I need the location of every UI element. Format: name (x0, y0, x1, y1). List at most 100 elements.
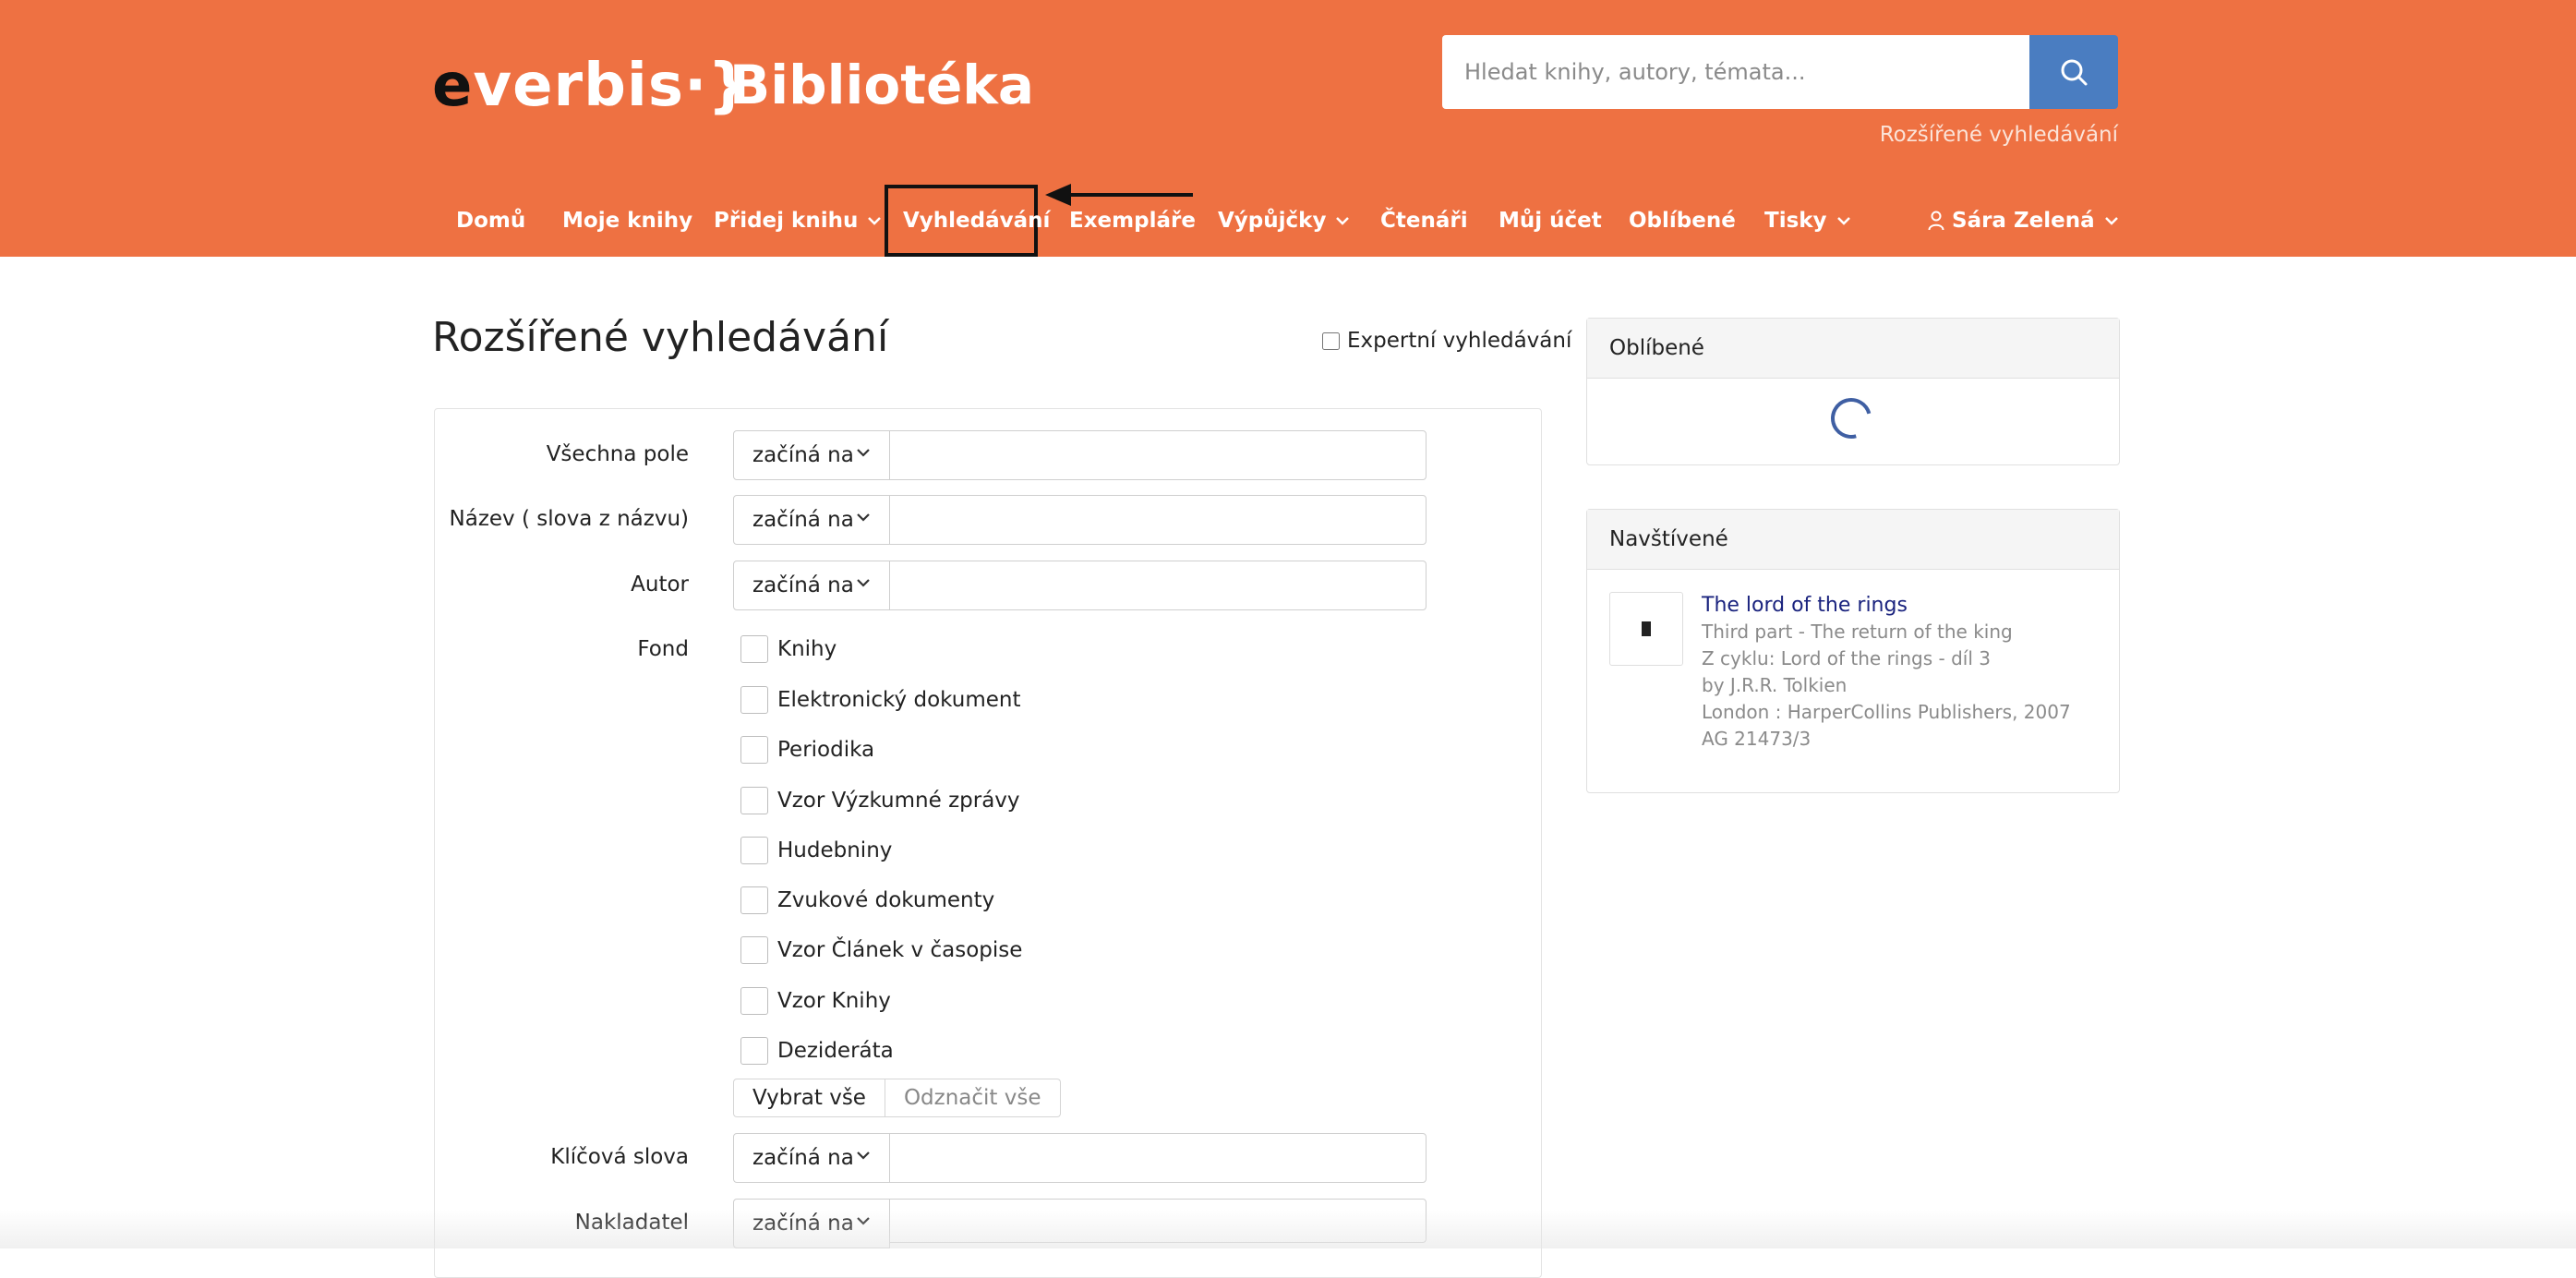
advanced-search-link[interactable]: Rozšířené vyhledávání (1880, 123, 2118, 147)
field-label-author: Autor (631, 573, 689, 597)
field-input-publisher[interactable] (889, 1199, 1426, 1243)
mode-select-author[interactable]: začíná na (733, 561, 890, 610)
fond-option[interactable]: Vzor Článek v časopise (740, 935, 1022, 965)
field-label-publisher: Nakladatel (574, 1211, 689, 1235)
user-icon (1928, 211, 1944, 231)
fond-option[interactable]: Knihy (740, 634, 837, 664)
nav-prints-label: Tisky (1764, 209, 1827, 233)
page-title: Rozšířené vyhledávání (432, 314, 889, 361)
fond-option[interactable]: Zvukové dokumenty (740, 886, 994, 915)
book-title-link[interactable]: The lord of the rings (1702, 592, 2071, 619)
checkbox[interactable] (740, 987, 768, 1015)
chevron-down-icon (857, 513, 870, 522)
annotation-arrow-icon (1045, 184, 1193, 206)
search-button[interactable] (2029, 35, 2118, 109)
visited-card-title: Navštívené (1587, 510, 2119, 570)
mode-value: začíná na (752, 573, 854, 597)
expert-search-label: Expertní vyhledávání (1347, 329, 1572, 353)
mode-select-publisher[interactable]: začíná na (733, 1199, 890, 1248)
book-subtitle: Third part - The return of the king (1702, 621, 2013, 643)
favorites-card-title: Oblíbené (1587, 319, 2119, 379)
nav-add-book-label: Přidej knihu (714, 209, 859, 233)
loading-spinner-icon (1823, 390, 1880, 447)
fond-option[interactable]: Elektronický dokument (740, 685, 1020, 715)
checkbox[interactable] (740, 686, 768, 714)
fond-option[interactable]: Periodika (740, 735, 874, 765)
nav-home-label: Domů (456, 209, 526, 233)
fond-option-label: Knihy (777, 637, 837, 661)
nav-favorites[interactable]: Oblíbené (1629, 185, 1736, 257)
book-info: The lord of the rings Third part - The r… (1702, 592, 2071, 753)
chevron-down-icon (857, 579, 870, 587)
fond-option-label: Vzor Knihy (777, 989, 891, 1013)
nav-my-account-label: Můj účet (1499, 209, 1602, 233)
nav-search[interactable]: Vyhledávání (885, 185, 1050, 257)
library-title: Bibliotéka (729, 54, 1034, 116)
chevron-down-icon (2104, 217, 2118, 225)
nav-loans[interactable]: Výpůjčky (1218, 185, 1350, 257)
search-icon (2061, 59, 2088, 86)
expert-search-checkbox[interactable] (1322, 332, 1340, 350)
checkbox[interactable] (740, 635, 768, 663)
fond-option-label: Elektronický dokument (777, 688, 1021, 712)
nav-search-label: Vyhledávání (903, 209, 1051, 233)
nav-readers[interactable]: Čtenáři (1380, 185, 1468, 257)
nav-my-books-label: Moje knihy (562, 209, 693, 233)
fond-label: Fond (637, 637, 689, 661)
expert-search-toggle[interactable]: Expertní vyhledávání (1322, 329, 1571, 353)
fond-option[interactable]: Vzor Výzkumné zprávy (740, 786, 1020, 815)
field-label-keywords: Klíčová slova (550, 1145, 689, 1169)
logo-text: verbis (473, 52, 684, 120)
field-label-all: Všechna pole (546, 442, 689, 466)
field-input-title[interactable] (889, 495, 1426, 545)
select-all-button[interactable]: Vybrat vše (733, 1079, 885, 1117)
chevron-down-icon (868, 217, 882, 225)
checkbox[interactable] (740, 837, 768, 864)
fond-button-group: Vybrat vše Odznačit vše (733, 1079, 1061, 1117)
logo-e: e (432, 52, 474, 120)
mode-select-all[interactable]: začíná na (733, 430, 890, 480)
fond-option-label: Zvukové dokumenty (777, 888, 995, 912)
deselect-all-button[interactable]: Odznačit vše (885, 1079, 1061, 1117)
nav-my-account[interactable]: Můj účet (1499, 185, 1602, 257)
fond-option[interactable]: Hudebniny (740, 836, 892, 865)
mode-value: začíná na (752, 1212, 854, 1236)
nav-my-books[interactable]: Moje knihy (562, 185, 692, 257)
nav-home[interactable]: Domů (456, 185, 525, 257)
fond-option-label: Vzor Výzkumné zprávy (777, 789, 1020, 813)
search-input[interactable] (1442, 35, 2029, 109)
checkbox[interactable] (740, 787, 768, 814)
fond-option-label: Hudebniny (777, 838, 893, 862)
fond-option[interactable]: Vzor Knihy (740, 986, 891, 1016)
nav-loans-label: Výpůjčky (1218, 209, 1327, 233)
book-series: Z cyklu: Lord of the rings - díl 3 (1702, 647, 1991, 669)
field-input-keywords[interactable] (889, 1133, 1426, 1183)
nav-user-menu[interactable]: Sára Zelená (1928, 185, 2119, 257)
checkbox[interactable] (740, 736, 768, 764)
book-cover-icon[interactable] (1609, 592, 1683, 666)
fond-option-label: Dezideráta (777, 1039, 894, 1063)
nav-add-book[interactable]: Přidej knihu (714, 185, 882, 257)
visited-book-item: The lord of the rings Third part - The r… (1587, 570, 2119, 791)
mode-select-keywords[interactable]: začíná na (733, 1133, 890, 1183)
everbis-logo[interactable]: everbis·} (432, 52, 751, 122)
mode-value: začíná na (752, 443, 854, 467)
mode-select-title[interactable]: začíná na (733, 495, 890, 545)
header: everbis·} Bibliotéka Rozšířené vyhledává… (0, 0, 2576, 257)
book-author: by J.R.R. Tolkien (1702, 674, 1848, 696)
field-input-author[interactable] (889, 561, 1426, 610)
field-label-title: Název ( slova z názvu) (449, 507, 689, 531)
nav-favorites-label: Oblíbené (1629, 209, 1736, 233)
favorites-card: Oblíbené (1586, 318, 2120, 465)
nav-prints[interactable]: Tisky (1764, 185, 1851, 257)
chevron-down-icon (857, 1217, 870, 1225)
fond-option[interactable]: Dezideráta (740, 1036, 894, 1066)
chevron-down-icon (857, 449, 870, 457)
checkbox[interactable] (740, 1037, 768, 1065)
chevron-down-icon (1836, 217, 1850, 225)
field-input-all[interactable] (889, 430, 1426, 480)
user-name: Sára Zelená (1952, 209, 2095, 233)
checkbox[interactable] (740, 886, 768, 914)
book-signature: AG 21473/3 (1702, 728, 1812, 750)
checkbox[interactable] (740, 936, 768, 964)
